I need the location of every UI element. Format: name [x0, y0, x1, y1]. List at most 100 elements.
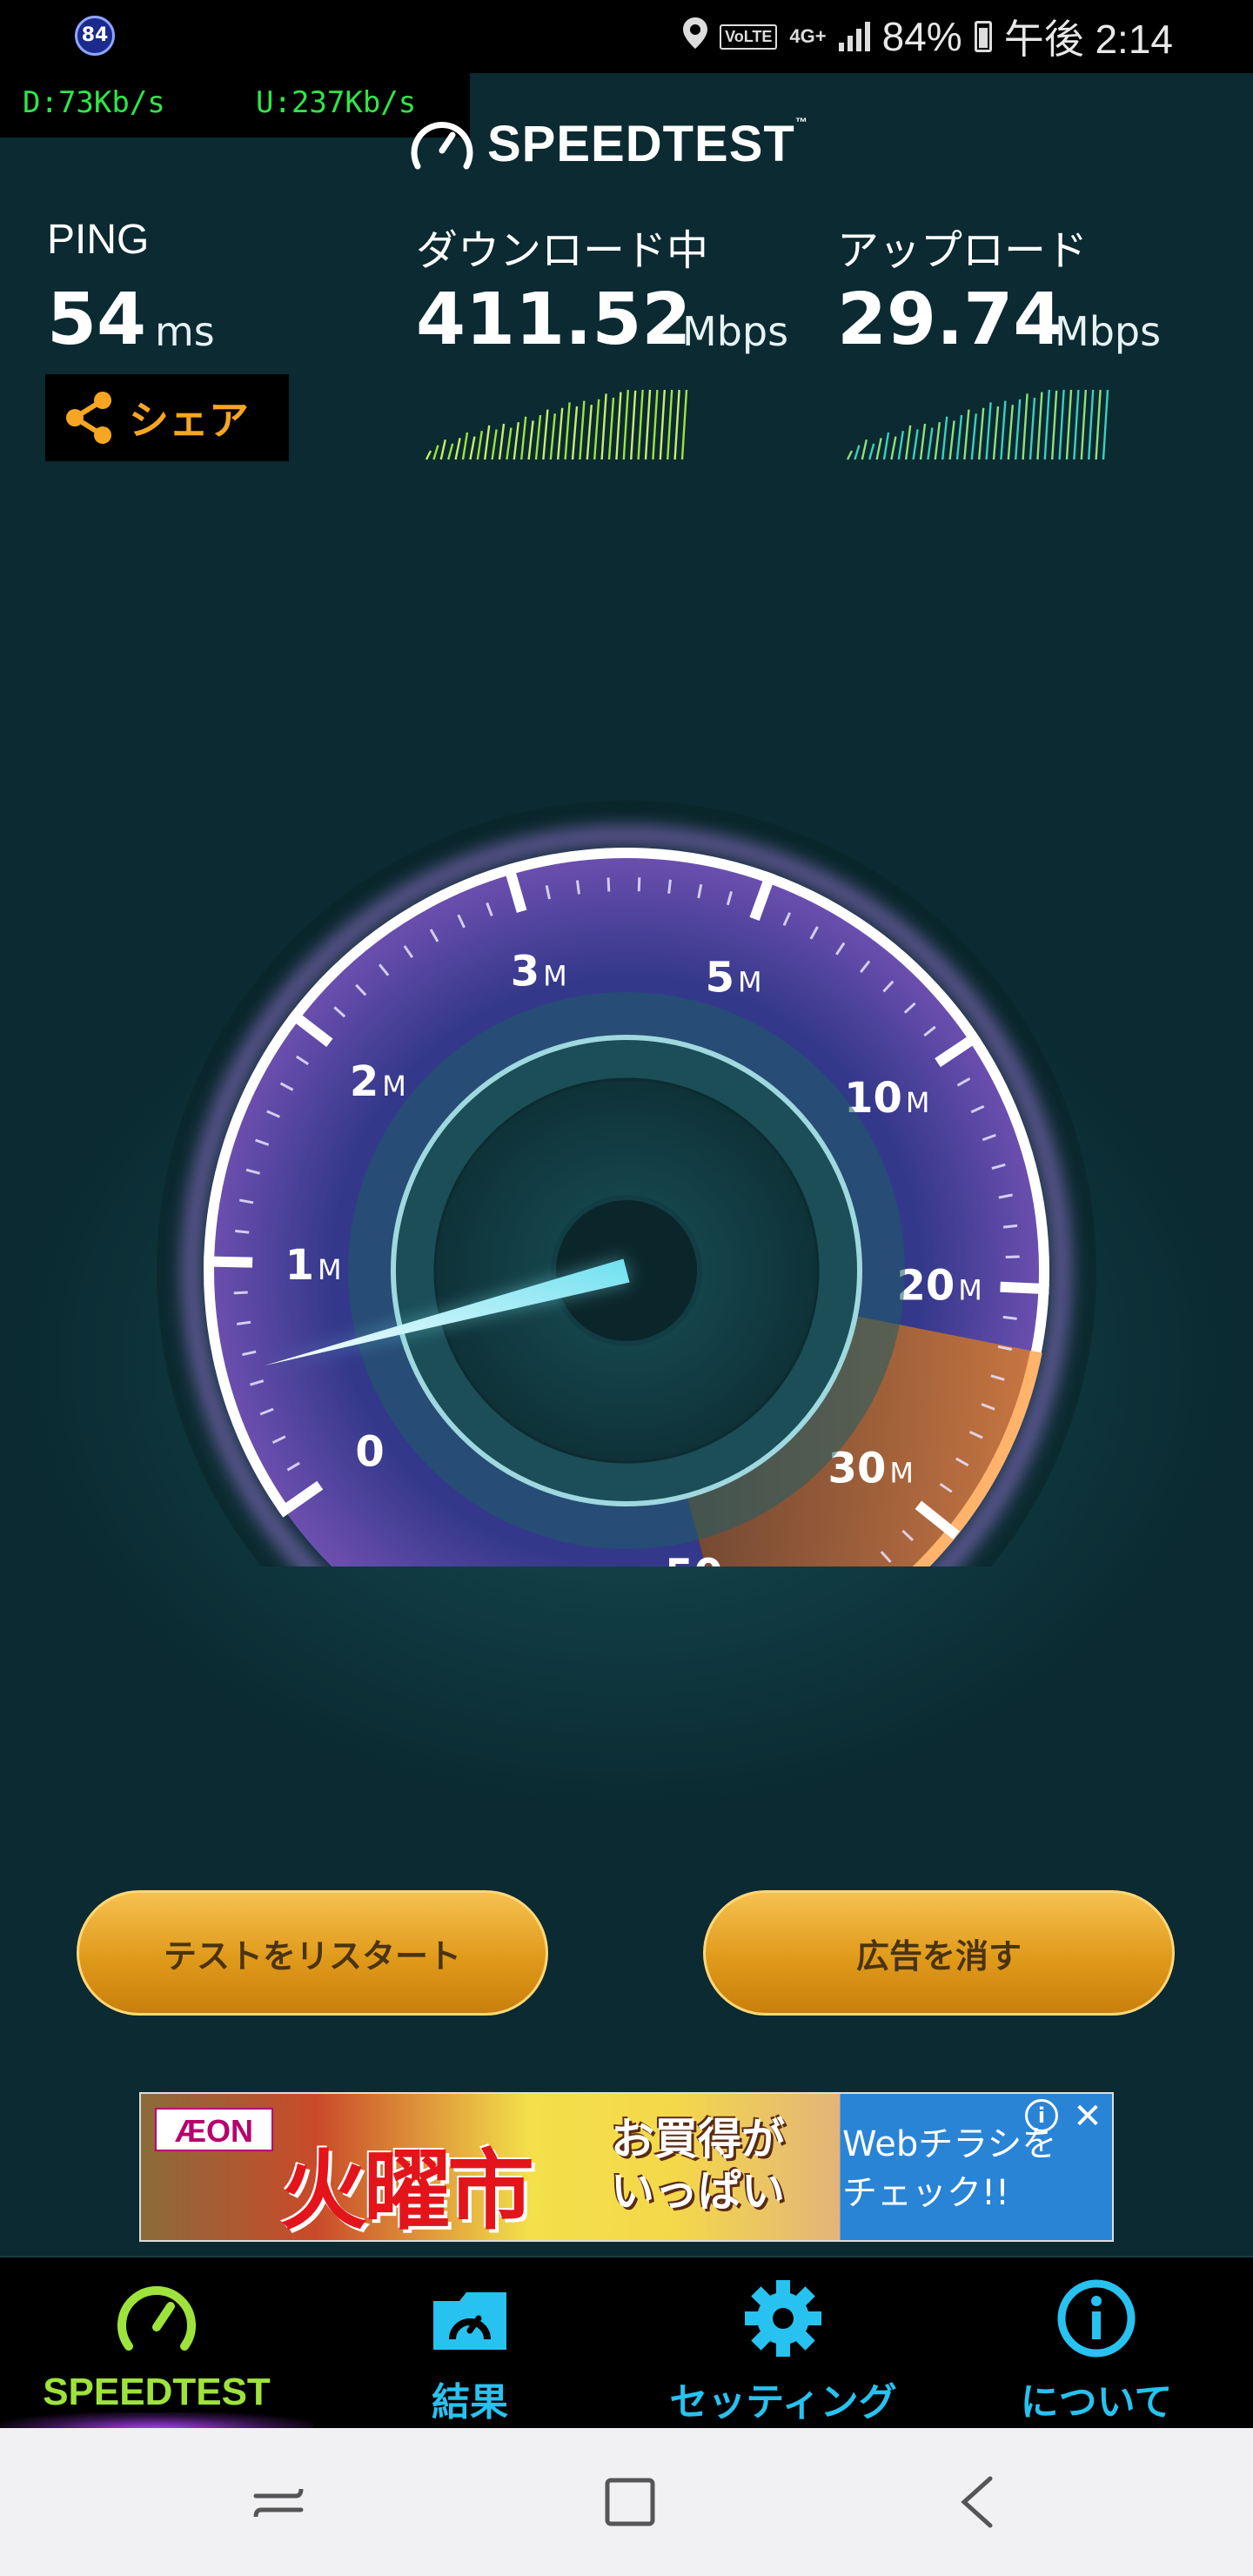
upload-unit: Mbps [1055, 308, 1162, 355]
sparkline-bar [1080, 389, 1087, 460]
sparkline-bar [1015, 399, 1022, 460]
sparkline-bar [667, 389, 673, 460]
sparkline-bar [882, 432, 890, 460]
gauge-major-tick [1000, 1281, 1049, 1295]
sparkline-bar [868, 443, 875, 460]
sparkline-bar [607, 397, 615, 460]
sparkline-bar [673, 389, 680, 460]
clock: 午後 2:14 [1003, 17, 1173, 62]
sparkline-bar [1000, 400, 1007, 460]
sparkline-bar [985, 402, 992, 460]
gauge-tick-label: 0 [355, 1427, 384, 1476]
sparkline-bar [432, 445, 439, 460]
sparkline-bar [1095, 389, 1102, 460]
download-rate: D:73Kb/s [23, 85, 165, 120]
sparkline-bar [622, 389, 629, 460]
speed-gauge: 01M2M3M5M10M20M30M50M [157, 801, 1096, 1566]
sparkline-bar [484, 425, 491, 460]
speedtest-logo: SPEEDTEST™ [409, 115, 808, 173]
sparkline-bar [652, 389, 659, 460]
sparkline-bar [955, 414, 963, 460]
sparkline-bar [941, 416, 948, 460]
signal-icon [838, 22, 870, 51]
sparkline-bar [1022, 393, 1029, 460]
ad-headline: 火曜市 [280, 2140, 534, 2242]
nav-speedtest[interactable]: SPEEDTEST [0, 2257, 313, 2430]
sparkline-bar [593, 399, 600, 460]
sparkline-bar [439, 439, 446, 460]
ad-info-icon[interactable]: i [1025, 2099, 1058, 2132]
battery-percent: 84% [881, 14, 962, 59]
status-icons: VoLTE 4G+ 84% 午後 2:14 [683, 0, 1173, 73]
sparkline-bar [1007, 405, 1014, 460]
ad-banner[interactable]: ÆON 火曜市 お買得が いっぱい Webチラシを チェック!! i ✕ [139, 2092, 1114, 2242]
back-icon[interactable] [945, 2472, 1015, 2532]
sparkline-bar [1073, 389, 1080, 460]
remove-ads-button[interactable]: 広告を消す [703, 1890, 1175, 2016]
nav-label-about: について [1020, 2381, 1173, 2424]
nav-label-settings: セッティング [669, 2381, 897, 2424]
sparkline-bar [447, 443, 454, 460]
download-value: 411.52 [416, 278, 692, 361]
download-label: ダウンロード中 [416, 228, 709, 274]
share-label: シェア [129, 398, 249, 443]
volte-icon: VoLTE [720, 23, 778, 50]
sparkline-bar [586, 405, 593, 460]
sparkline-bar [919, 423, 927, 460]
share-button[interactable]: シェア [45, 374, 289, 461]
nav-about[interactable]: について [940, 2257, 1253, 2430]
ad-brand-logo: ÆON [155, 2108, 273, 2151]
restart-test-button[interactable]: テストをリスタート [77, 1890, 548, 2016]
logo-text: SPEEDTEST™ [487, 115, 808, 172]
upload-rate: U:237Kb/s [256, 85, 417, 120]
sparkline-bar [534, 414, 542, 460]
sparkline-bar [564, 402, 571, 460]
sparkline-bar [963, 409, 970, 460]
download-unit: Mbps [682, 308, 789, 355]
sparkline-bar [527, 420, 534, 460]
sparkline-bar [571, 406, 579, 460]
sparkline-bar [861, 439, 868, 460]
upload-sparkline [846, 389, 1109, 460]
sparkline-bar [476, 431, 483, 460]
sparkline-bar [1029, 397, 1036, 460]
traffic-meter: D:73Kb/s U:237Kb/s [0, 73, 470, 138]
sparkline-bar [579, 400, 586, 460]
sparkline-bar [875, 438, 882, 460]
recent-apps-icon[interactable] [244, 2472, 313, 2532]
ad-cta: Webチラシを チェック!! [842, 2124, 1057, 2213]
sparkline-bar [1036, 392, 1043, 460]
nav-settings[interactable]: セッティング [626, 2257, 940, 2430]
ad-close-icon[interactable]: ✕ [1069, 2097, 1107, 2136]
upload-label: アップロード [837, 228, 1089, 274]
sparkline-bar [970, 413, 977, 460]
sparkline-bar [934, 422, 941, 460]
sparkline-bar [542, 409, 549, 460]
sparkline-bar [1051, 390, 1058, 460]
speedometer-icon [117, 2286, 196, 2351]
sparkline-bar [854, 445, 861, 460]
network-type-icon: 4G+ [789, 25, 827, 47]
sparkline-bar [1088, 389, 1095, 460]
sparkline-bar [1065, 389, 1073, 460]
sparkline-bar [506, 427, 513, 460]
sparkline-bar [637, 389, 644, 460]
sparkline-bar [615, 392, 622, 460]
results-folder-icon [433, 2292, 506, 2350]
notification-badge: 84 [75, 16, 115, 56]
nav-results[interactable]: 結果 [313, 2257, 626, 2430]
sparkline-bar [491, 429, 498, 460]
status-bar: 84 VoLTE 4G+ 84% 午後 2:14 [0, 0, 1253, 73]
sparkline-bar [978, 407, 985, 460]
home-icon[interactable] [595, 2472, 665, 2532]
sparkline-bar [927, 427, 934, 460]
sparkline-bar [644, 389, 652, 460]
sparkline-bar [557, 407, 564, 460]
sparkline-bar [549, 413, 556, 460]
sparkline-bar [992, 406, 1000, 460]
ping-value: 54 [47, 278, 147, 361]
battery-icon [974, 21, 992, 52]
sparkline-bar [890, 436, 897, 460]
sparkline-bar [1043, 389, 1050, 460]
sparkline-bar [1102, 389, 1109, 460]
